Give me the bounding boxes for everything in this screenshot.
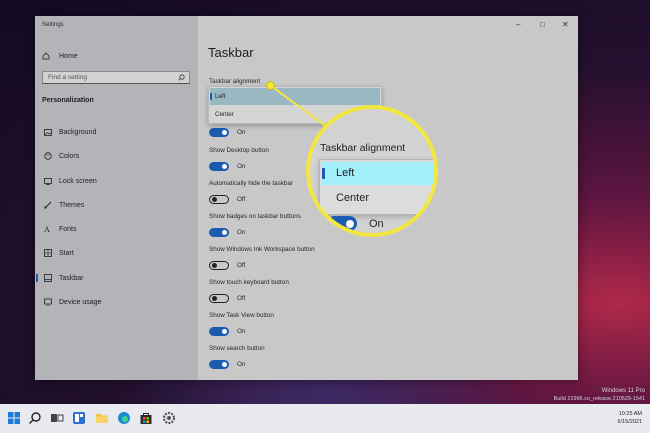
magnifier-callout: Taskbar alignment Left Center On [306,105,438,237]
magnified-alignment-label: Taskbar alignment [320,142,406,154]
settings-gear-icon[interactable] [162,411,176,425]
store-icon[interactable] [139,411,153,425]
magnified-toggle-state: On [369,217,384,230]
magnified-option-center: Center [336,192,370,204]
task-view-icon[interactable] [50,411,64,425]
magnified-dropdown: Left Center [319,159,434,215]
windows-start-icon[interactable] [7,411,21,425]
watermark-build: Build 21996.co_release.210529-1541 [553,396,645,402]
magnified-toggle-row: On [327,216,384,231]
taskbar: 10:25 AM 6/15/2021 [0,404,650,433]
callout-dot [266,81,275,90]
file-explorer-icon[interactable] [95,411,109,425]
system-clock[interactable]: 10:25 AM 6/15/2021 [618,410,642,426]
watermark-edition: Windows 11 Pro [601,388,645,394]
clock-date: 6/15/2021 [617,419,642,425]
magnified-toggle-switch [327,216,357,231]
edge-browser-icon[interactable] [117,411,131,425]
search-icon[interactable] [28,411,42,425]
widgets-icon[interactable] [72,411,86,425]
magnified-option-left: Left [322,162,434,185]
clock-time: 10:25 AM [618,411,642,417]
